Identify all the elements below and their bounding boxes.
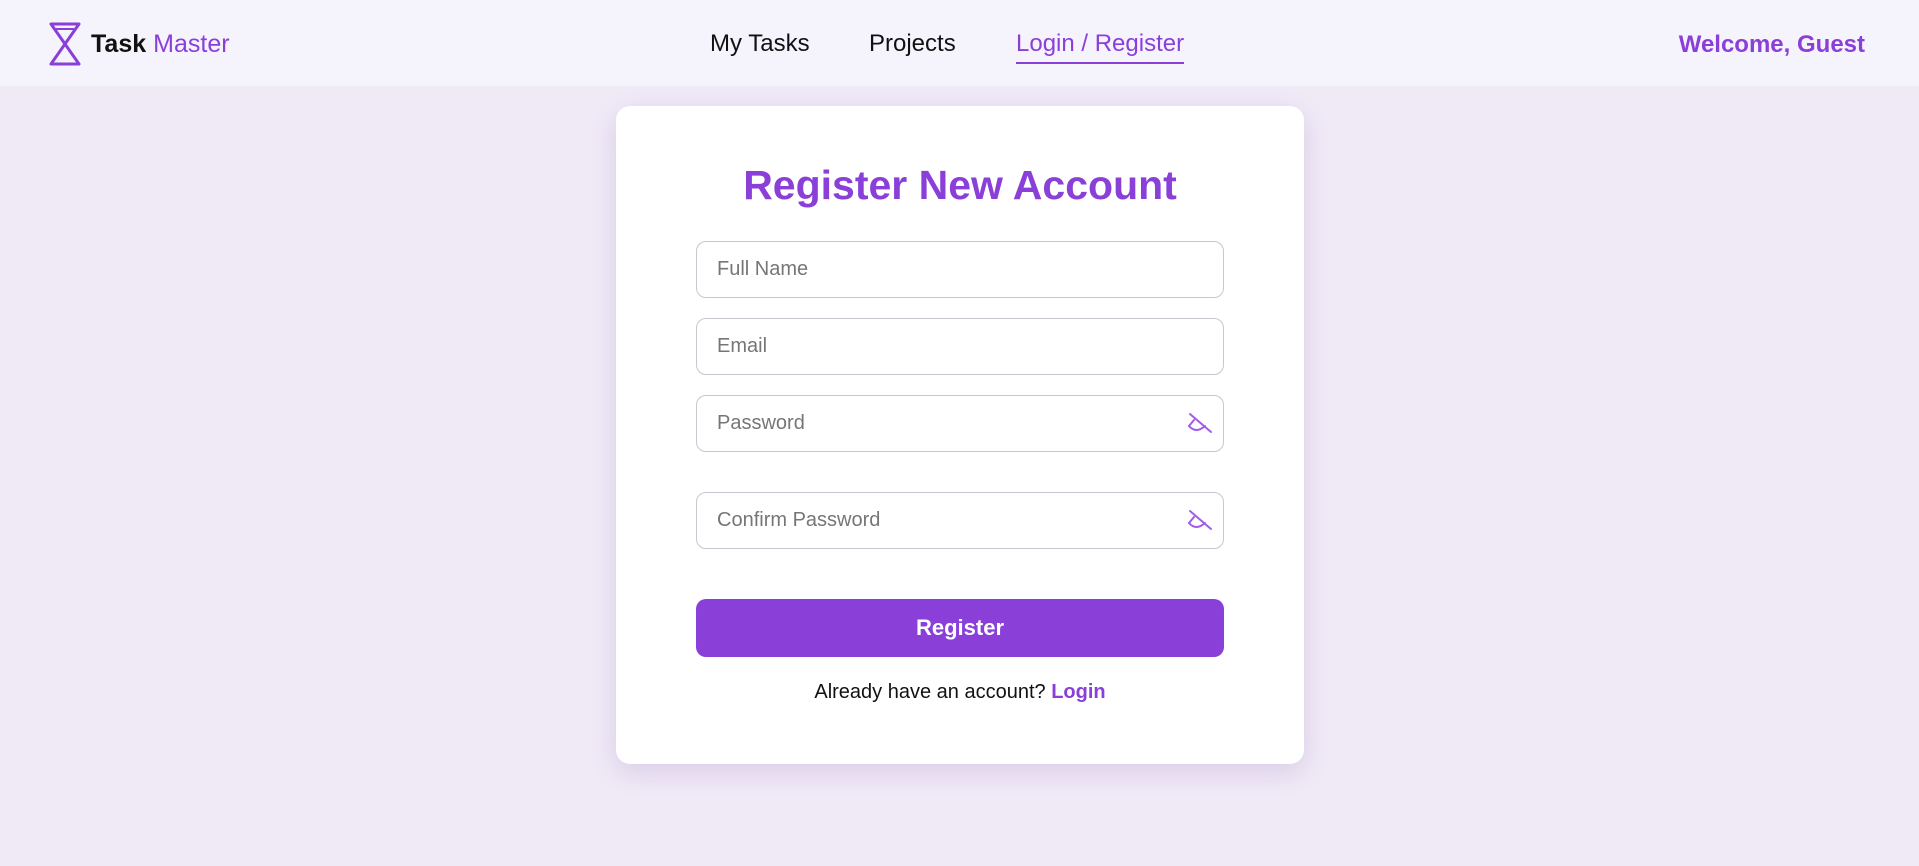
confirm-password-field: [696, 492, 1224, 549]
login-prompt: Already have an account? Login: [616, 678, 1304, 706]
eye-off-icon[interactable]: [1185, 408, 1215, 438]
brand-name-bold: Task: [91, 30, 147, 58]
login-link[interactable]: Login: [1051, 681, 1105, 703]
welcome-message: Welcome, Guest: [1678, 31, 1865, 58]
nav-link-projects[interactable]: Projects: [869, 28, 956, 60]
top-navigation-bar: Task Master My Tasks Projects Login / Reg…: [0, 0, 1919, 86]
nav-link-my-tasks[interactable]: My Tasks: [710, 28, 810, 60]
register-card: Register New Account Register Already h: [616, 106, 1304, 764]
brand-name-light: Master: [153, 30, 230, 58]
full-name-field: [696, 241, 1224, 298]
email-field: [696, 318, 1224, 375]
password-field: [696, 395, 1224, 452]
page-title: Register New Account: [743, 162, 1177, 208]
brand-logo[interactable]: Task Master: [49, 22, 230, 66]
password-input[interactable]: [697, 396, 1223, 451]
email-input[interactable]: [697, 319, 1223, 374]
hourglass-icon: [49, 22, 81, 66]
eye-off-icon[interactable]: [1185, 505, 1215, 535]
register-button[interactable]: Register: [696, 599, 1224, 657]
login-prompt-text: Already have an account?: [814, 681, 1046, 703]
confirm-password-input[interactable]: [697, 493, 1223, 548]
full-name-input[interactable]: [697, 242, 1223, 297]
brand-name: Task Master: [91, 22, 230, 66]
nav-link-login-register[interactable]: Login / Register: [1016, 28, 1185, 64]
